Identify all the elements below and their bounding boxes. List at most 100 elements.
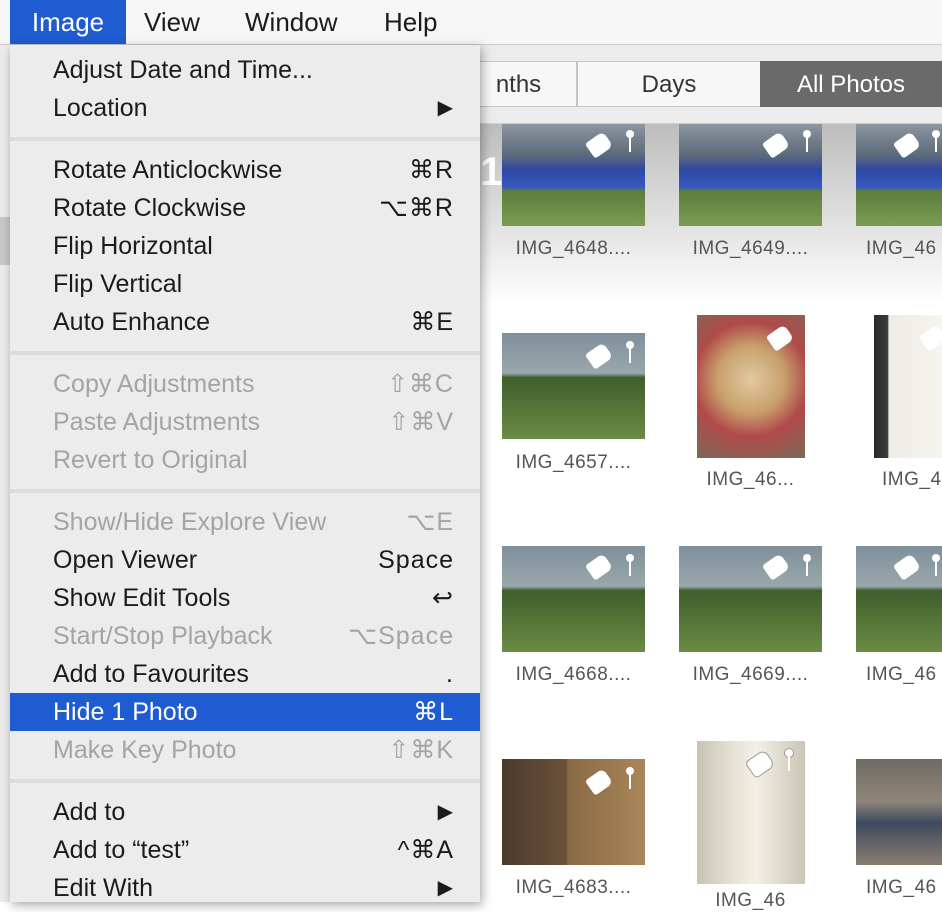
photo-caption: IMG_46...	[706, 469, 795, 490]
photo-thumbnail[interactable]	[679, 124, 822, 226]
photo-thumbnail[interactable]	[697, 315, 805, 458]
menu-separator	[10, 137, 480, 141]
menu-item-label: Open Viewer	[53, 546, 198, 574]
menu-item-hide-photo[interactable]: Hide 1 Photo ⌘L	[10, 693, 480, 731]
keyword-tag-icon	[918, 324, 942, 352]
menu-item-label: Add to	[53, 798, 126, 826]
keyword-tag-icon	[761, 131, 791, 159]
photo-caption: IMG_46	[715, 890, 786, 911]
keyword-tag-icon	[765, 324, 795, 352]
menu-separator	[10, 779, 480, 783]
toolbar: nths Days All Photos	[460, 45, 942, 124]
menu-item-shortcut: ⌥E	[406, 508, 454, 536]
menu-item-shortcut: ⇧⌘C	[386, 370, 454, 398]
menu-item-flip-horizontal[interactable]: Flip Horizontal	[10, 227, 480, 265]
location-pin-icon	[932, 554, 940, 576]
menu-bar: Image View Window Help	[0, 0, 942, 45]
menu-item-rotate-anticlockwise[interactable]: Rotate Anticlockwise ⌘R	[10, 151, 480, 189]
menu-item-label: Auto Enhance	[53, 308, 211, 336]
menu-item-label: Location	[53, 94, 148, 122]
segment-days[interactable]: Days	[577, 61, 761, 107]
return-key-icon: ↩	[432, 584, 454, 612]
menu-item-show-edit-tools[interactable]: Show Edit Tools ↩	[10, 579, 480, 617]
location-pin-icon	[932, 130, 940, 152]
menu-item-shortcut: Space	[378, 546, 454, 574]
menu-item-add-to-favourites[interactable]: Add to Favourites.	[10, 655, 480, 693]
menu-item-adjust-date-time[interactable]: Adjust Date and Time...	[10, 51, 480, 89]
photo-thumbnail[interactable]	[502, 546, 645, 652]
keyword-tag-icon	[584, 553, 614, 581]
menu-item-label: Rotate Clockwise	[53, 194, 247, 222]
menu-item-location[interactable]: Location ▶	[10, 89, 480, 127]
location-pin-icon	[626, 341, 634, 363]
photo-caption: IMG_4	[882, 469, 942, 490]
location-pin-icon	[626, 554, 634, 576]
keyword-tag-icon	[745, 750, 775, 778]
menu-item-revert-to-original[interactable]: Revert to Original	[10, 441, 480, 479]
menu-item-shortcut: ⌥Space	[348, 622, 454, 650]
menu-item-shortcut: ^⌘A	[397, 836, 454, 864]
menu-item-make-key-photo[interactable]: Make Key Photo ⇧⌘K	[10, 731, 480, 769]
menu-item-label: Start/Stop Playback	[53, 622, 273, 650]
photo-thumbnail[interactable]	[502, 124, 645, 226]
menu-item-add-to-test[interactable]: Add to “test” ^⌘A	[10, 831, 480, 869]
menu-item-label: Edit With	[53, 874, 154, 902]
menu-separator	[10, 351, 480, 355]
keyword-tag-icon	[761, 553, 791, 581]
menu-item-open-viewer[interactable]: Open Viewer Space	[10, 541, 480, 579]
menu-item-label: Flip Vertical	[53, 270, 183, 298]
location-pin-icon	[785, 749, 793, 771]
menu-item-shortcut: ⇧⌘K	[388, 736, 454, 764]
menu-item-start-stop-playback[interactable]: Start/Stop Playback ⌥Space	[10, 617, 480, 655]
menu-item-copy-adjustments[interactable]: Copy Adjustments ⇧⌘C	[10, 365, 480, 403]
keyword-tag-icon	[584, 768, 614, 796]
photo-caption: IMG_4648....	[515, 238, 632, 259]
photo-thumbnail[interactable]	[856, 124, 942, 226]
menu-item-auto-enhance[interactable]: Auto Enhance ⌘E	[10, 303, 480, 341]
submenu-arrow-icon: ▶	[437, 801, 454, 823]
menu-item-show-hide-explore-view[interactable]: Show/Hide Explore View ⌥E	[10, 503, 480, 541]
photo-caption: IMG_46	[866, 664, 937, 685]
location-pin-icon	[803, 554, 811, 576]
keyword-tag-icon	[892, 131, 922, 159]
menu-item-flip-vertical[interactable]: Flip Vertical	[10, 265, 480, 303]
menu-item-label: Add to Favourites	[53, 660, 249, 688]
menu-item-paste-adjustments[interactable]: Paste Adjustments ⇧⌘V	[10, 403, 480, 441]
menu-item-label: Rotate Anticlockwise	[53, 156, 283, 184]
menu-item-label: Copy Adjustments	[53, 370, 255, 398]
menu-item-label: Paste Adjustments	[53, 408, 261, 436]
photo-caption: IMG_46	[866, 877, 937, 898]
location-pin-icon	[626, 767, 634, 789]
menu-window[interactable]: Window	[229, 0, 353, 44]
menu-item-label: Show Edit Tools	[53, 584, 231, 612]
menu-item-add-to[interactable]: Add to ▶	[10, 793, 480, 831]
keyword-tag-icon	[892, 553, 922, 581]
photo-thumbnail[interactable]	[856, 546, 942, 652]
submenu-arrow-icon: ▶	[437, 97, 454, 119]
segment-all-photos[interactable]: All Photos	[760, 61, 942, 107]
menu-item-edit-with[interactable]: Edit With ▶	[10, 869, 480, 902]
menu-item-label: Add to “test”	[53, 836, 190, 864]
menu-item-shortcut: ⌘R	[408, 156, 454, 184]
photo-caption: IMG_46	[866, 238, 937, 259]
photo-thumbnail[interactable]	[679, 546, 822, 652]
photo-thumbnail[interactable]	[874, 315, 942, 458]
photo-caption: IMG_4657....	[515, 452, 632, 473]
photo-thumbnail[interactable]	[502, 333, 645, 439]
menu-help[interactable]: Help	[368, 0, 453, 44]
photo-thumbnail[interactable]	[502, 759, 645, 865]
photo-caption: IMG_4649....	[692, 238, 809, 259]
menu-item-label: Adjust Date and Time...	[53, 56, 313, 84]
menu-item-rotate-clockwise[interactable]: Rotate Clockwise ⌥⌘R	[10, 189, 480, 227]
menu-item-shortcut: .	[446, 660, 454, 688]
menu-item-shortcut: ⌥⌘R	[379, 194, 454, 222]
menu-item-label: Show/Hide Explore View	[53, 508, 327, 536]
photo-thumbnail[interactable]	[697, 741, 805, 884]
location-pin-icon	[626, 130, 634, 152]
menu-view[interactable]: View	[128, 0, 216, 44]
photo-caption: IMG_4668....	[515, 664, 632, 685]
menu-item-label: Revert to Original	[53, 446, 248, 474]
menu-image[interactable]: Image	[10, 0, 126, 44]
image-menu-dropdown: Adjust Date and Time... Location ▶ Rotate…	[10, 45, 480, 902]
photo-thumbnail[interactable]	[856, 759, 942, 865]
